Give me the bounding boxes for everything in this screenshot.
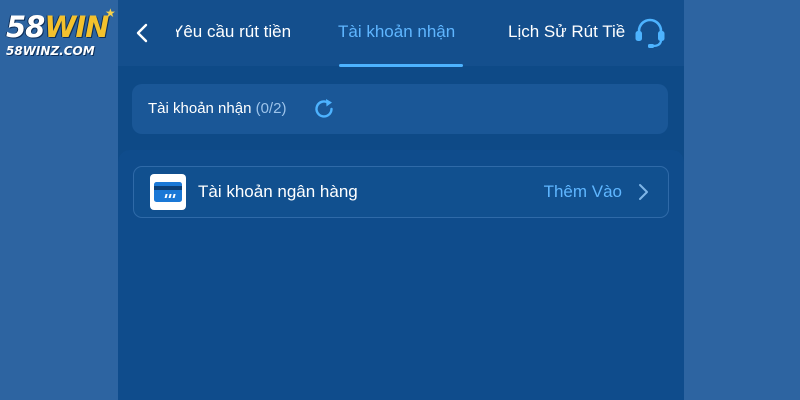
- left-backdrop: [0, 0, 118, 400]
- tab-receiving-account[interactable]: Tài khoản nhận: [338, 22, 455, 42]
- star-icon: ★: [105, 6, 116, 20]
- bank-account-label: Tài khoản ngân hàng: [198, 182, 358, 201]
- refresh-button[interactable]: [312, 97, 336, 121]
- logo-prefix: 58: [6, 10, 45, 44]
- accounts-label: Tài khoản nhận: [148, 100, 252, 117]
- chevron-left-icon: [136, 23, 148, 43]
- right-backdrop: [684, 0, 800, 400]
- add-bank-account-row[interactable]: Tài khoản ngân hàng Thêm Vào: [133, 166, 669, 218]
- bank-icon-tile: [150, 174, 186, 210]
- support-button[interactable]: [632, 16, 668, 50]
- add-bank-link[interactable]: Thêm Vào: [544, 182, 622, 202]
- receiving-accounts-card: Tài khoản nhận (0/2): [132, 84, 668, 134]
- tab-withdraw-history[interactable]: Lịch Sử Rút Tiền: [508, 22, 626, 42]
- chevron-right-icon: [639, 184, 648, 200]
- back-button[interactable]: [130, 18, 156, 48]
- brand-logo: 58WIN ★ 58WINZ.COM: [6, 6, 126, 58]
- refresh-icon: [315, 99, 333, 118]
- app-screen: Yêu cầu rút tiền Tài khoản nhận Lịch Sử …: [118, 0, 684, 400]
- top-navigation: Yêu cầu rút tiền Tài khoản nhận Lịch Sử …: [118, 0, 684, 67]
- tab-withdraw-request[interactable]: Yêu cầu rút tiền: [176, 22, 291, 42]
- headset-icon: [635, 18, 665, 48]
- accounts-summary: Tài khoản nhận (0/2): [148, 100, 286, 117]
- active-tab-indicator: [339, 64, 463, 67]
- bank-panel: Tài khoản ngân hàng Thêm Vào: [118, 150, 684, 400]
- tab-strip: Yêu cầu rút tiền Tài khoản nhận Lịch Sử …: [176, 0, 626, 66]
- credit-card-icon: [154, 182, 182, 202]
- accounts-count: (0/2): [255, 100, 287, 117]
- logo-suffix: WIN: [44, 10, 109, 44]
- logo-domain: 58WINZ.COM: [6, 44, 95, 58]
